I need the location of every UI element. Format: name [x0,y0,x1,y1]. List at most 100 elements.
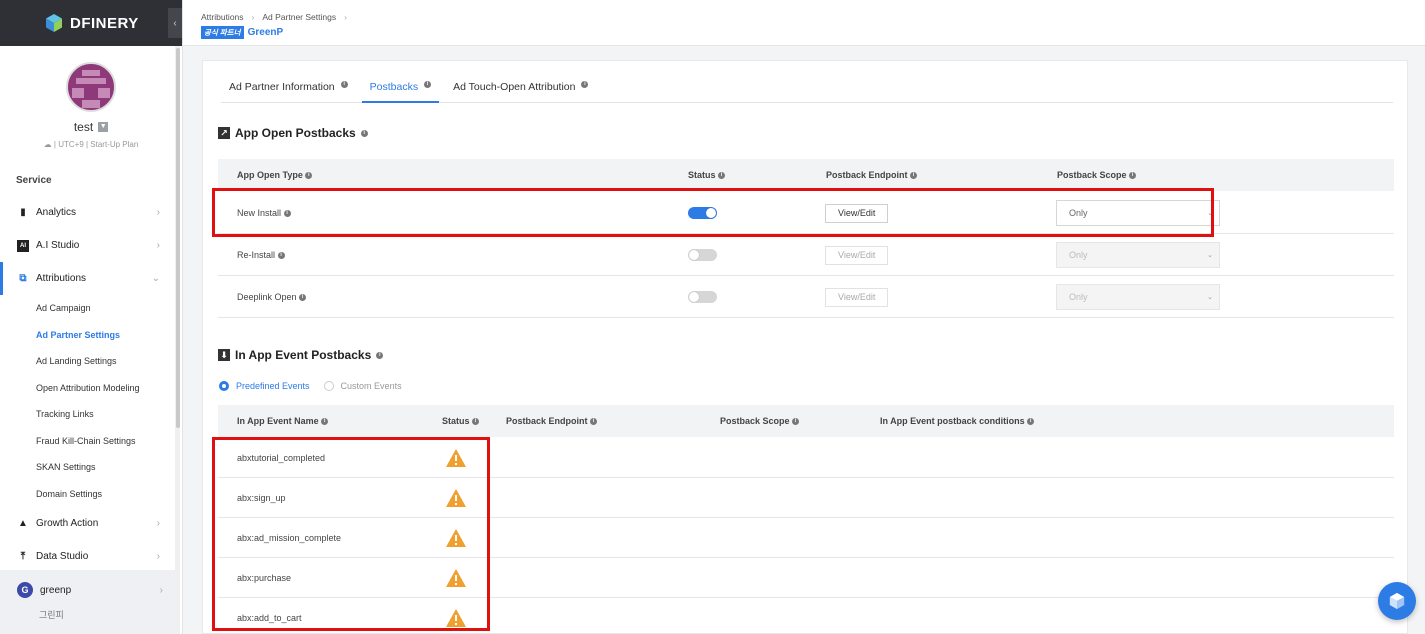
sidebar-item-attributions[interactable]: ⧉ Attributions ⌄ [0,262,182,295]
info-icon: i [581,81,589,88]
breadcrumb-item[interactable]: Attributions [201,12,244,22]
page-header: Attributions › Ad Partner Settings › 공식 … [183,0,1425,46]
warning-icon [446,529,466,547]
tab-ad-touch-open-attribution[interactable]: Ad Touch-Open Attribution i [445,75,596,103]
event-name: abx:purchase [237,573,292,583]
sidebar-sub-ad-landing-settings[interactable]: Ad Landing Settings [0,348,182,375]
status-toggle[interactable] [688,291,717,303]
sidebar: DFINERY ‹ test ▼ ☁ | UTC+9 | Start-Up Pl… [0,0,183,634]
warning-icon [446,489,466,507]
info-icon: i [1027,418,1035,426]
org-name: greenp [40,584,72,596]
radio-dot [219,381,229,391]
avatar[interactable] [66,62,116,112]
column-header: Status i [442,405,480,437]
sidebar-sub-domain-settings[interactable]: Domain Settings [0,481,182,508]
info-icon: i [1129,172,1137,180]
app-open-type: Re-Install i [237,234,285,276]
column-header: Postback Scope i [1057,159,1137,191]
sidebar-sub-fraud-kill-chain[interactable]: Fraud Kill-Chain Settings [0,428,182,455]
external-link-icon: ↗ [218,127,230,139]
user-meta: ☁ | UTC+9 | Start-Up Plan [43,140,139,149]
tab-postbacks[interactable]: Postbacks i [361,75,440,103]
status-toggle[interactable] [688,207,717,219]
column-header: Postback Endpoint i [506,405,598,437]
sidebar-item-analytics[interactable]: ▮ Analytics › [0,196,182,229]
event-type-radio-group: Predefined Events Custom Events [219,381,402,391]
org-sub-name: 그린피 [39,610,64,620]
warning-icon [446,449,466,467]
sidebar-sub-ad-partner-settings[interactable]: Ad Partner Settings [0,322,182,349]
event-name: abx:ad_mission_complete [237,533,342,543]
breadcrumb-separator: › [344,12,347,22]
info-icon: i [590,418,598,426]
breadcrumb-separator: › [251,12,255,22]
info-icon: i [718,172,726,180]
cube-icon [1389,592,1405,610]
chevron-down-icon: ⌄ [1207,210,1213,217]
view-edit-button[interactable]: View/Edit [825,203,889,223]
status-toggle[interactable] [688,249,717,261]
table-row: Re-Install i View/Edit Only ⌄ [218,234,1394,276]
view-edit-button[interactable]: View/Edit [825,287,889,307]
chevron-down-icon: ▼ [98,122,109,132]
sidebar-sub-ad-campaign[interactable]: Ad Campaign [0,295,182,322]
sidebar-scrollbar-thumb[interactable] [176,48,180,428]
event-name: abxtutorial_completed [237,453,326,463]
info-icon: i [472,418,480,426]
info-icon: i [305,172,313,180]
in-app-event-postbacks-title: ⬇ In App Event Postbacks i [218,348,384,362]
sidebar-sub-tracking-links[interactable]: Tracking Links [0,401,182,428]
info-icon: i [424,81,432,88]
page-title: 공식 파트너 GreenP [201,26,1425,39]
chevron-down-icon: ⌄ [151,273,160,284]
info-icon: i [283,209,291,217]
download-icon: ⬇ [218,349,230,361]
app-root: DFINERY ‹ test ▼ ☁ | UTC+9 | Start-Up Pl… [0,0,1425,634]
radio-custom-events[interactable]: Custom Events [323,381,402,391]
tab-bar: Ad Partner Information i Postbacks i Ad To… [221,75,1393,103]
sidebar-sub-open-attribution-modeling[interactable]: Open Attribution Modeling [0,375,182,402]
sidebar-nav: ▮ Analytics › AI A.I Studio › ⧉ Attribut… [0,196,182,573]
info-icon: i [376,351,384,359]
user-name-dropdown[interactable]: test ▼ [0,120,182,134]
section-label-service: Service [16,175,52,186]
sidebar-collapse-button[interactable]: ‹ [168,8,182,38]
chevron-right-icon: › [156,240,160,251]
column-header: App Open Type i [237,159,313,191]
postback-scope-select[interactable]: Only ⌄ [1056,200,1220,226]
table-row: abx:sign_up [218,478,1394,518]
sidebar-item-label: Attributions [36,273,87,284]
info-icon: i [321,418,329,426]
main-card: Ad Partner Information i Postbacks i Ad To… [202,60,1408,634]
column-header: Postback Endpoint i [826,159,918,191]
radio-predefined-events[interactable]: Predefined Events [219,381,310,391]
org-switcher[interactable]: G greenp › 그린피 [0,570,175,634]
info-icon: i [360,129,368,137]
sidebar-item-label: Data Studio [36,551,89,562]
view-edit-button[interactable]: View/Edit [825,245,889,265]
info-icon: i [910,172,918,180]
table-row: abx:ad_mission_complete [218,518,1394,558]
logo-bar: DFINERY ‹ [0,0,182,46]
postback-scope-select[interactable]: Only ⌄ [1056,284,1220,310]
column-header: Postback Scope i [720,405,800,437]
user-profile: test ▼ ☁ | UTC+9 | Start-Up Plan [0,46,182,149]
tab-ad-partner-information[interactable]: Ad Partner Information i [221,75,356,103]
chevron-right-icon: › [156,518,160,529]
sidebar-item-growth-action[interactable]: ▲ Growth Action › [0,507,182,540]
postback-scope-select[interactable]: Only ⌄ [1056,242,1220,268]
event-name: abx:add_to_cart [237,613,302,623]
sidebar-item-ai-studio[interactable]: AI A.I Studio › [0,229,182,262]
chevron-right-icon: › [159,584,163,596]
app-open-postbacks-title: ↗ App Open Postbacks i [218,126,368,140]
logo-text: DFINERY [70,14,139,32]
info-icon: i [792,418,800,426]
table-row: Deeplink Open i View/Edit Only ⌄ [218,276,1394,318]
sidebar-sub-skan-settings[interactable]: SKAN Settings [0,454,182,481]
chevron-right-icon: › [156,551,160,562]
column-header: Status i [688,159,726,191]
breadcrumb-item[interactable]: Ad Partner Settings [262,12,336,22]
sidebar-item-data-studio[interactable]: ⤒ Data Studio › [0,540,182,573]
help-fab-button[interactable] [1378,582,1416,620]
